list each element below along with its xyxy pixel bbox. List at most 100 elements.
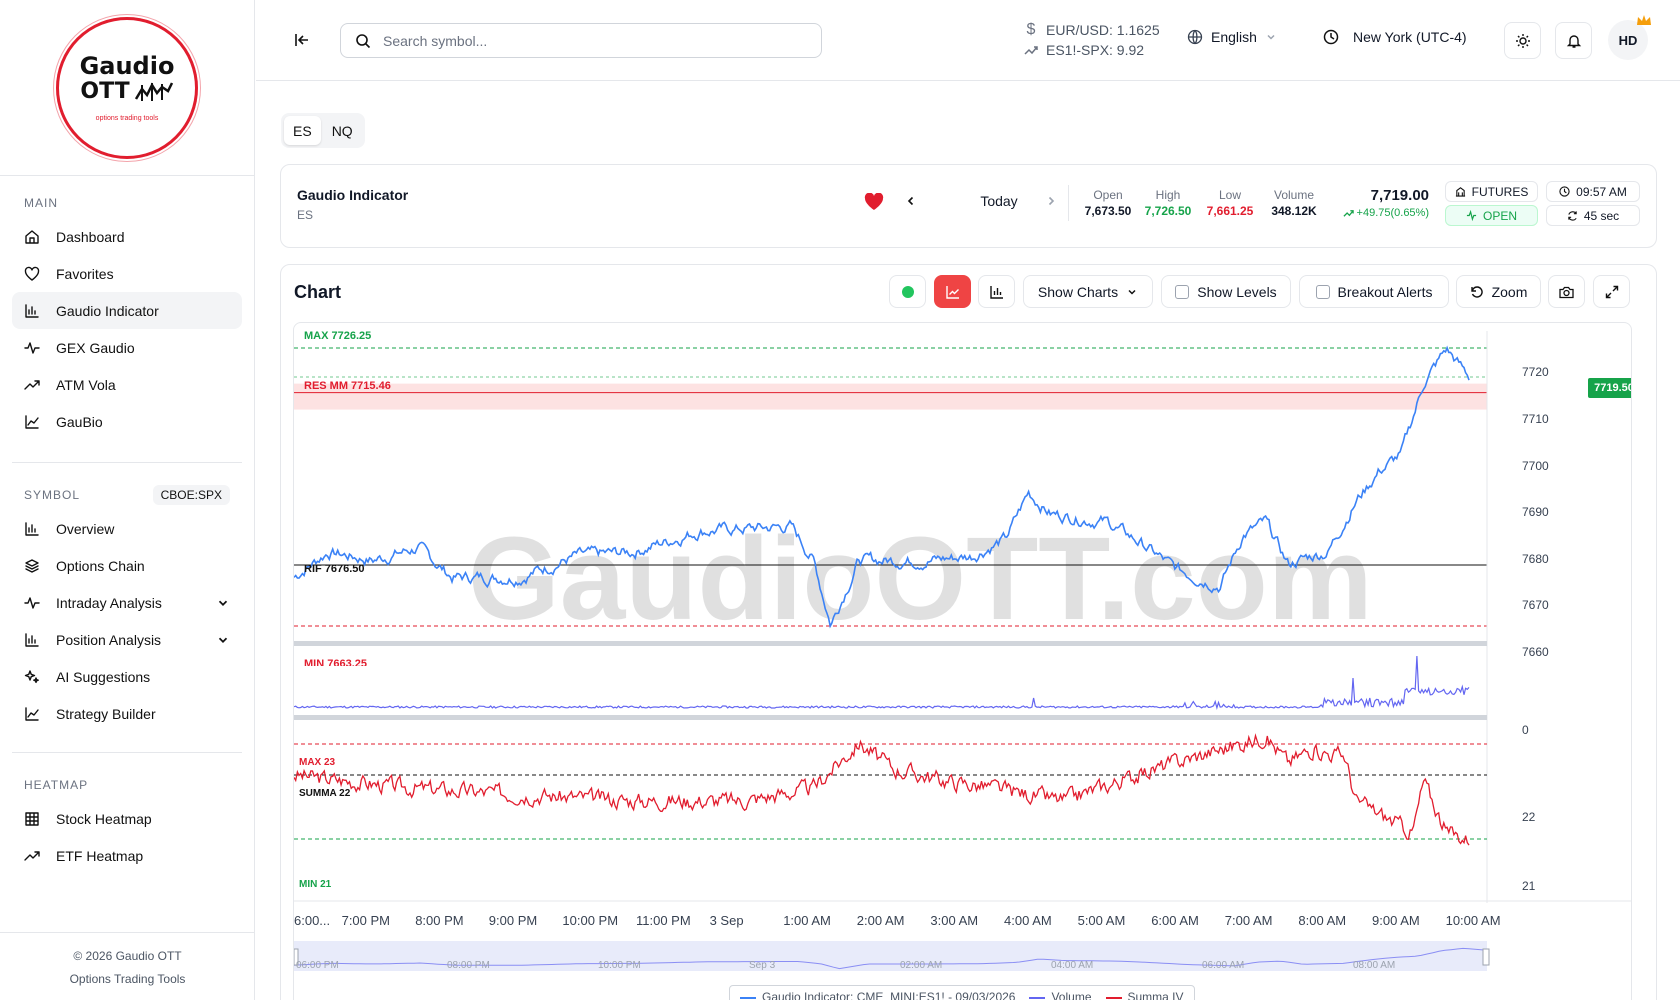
show-charts-dropdown[interactable]: Show Charts — [1023, 275, 1153, 308]
sidebar-item-gex-gaudio[interactable]: GEX Gaudio — [12, 329, 242, 366]
summary-card: Gaudio Indicator ES Today Open 7,673.50 H… — [280, 164, 1657, 248]
screenshot-button[interactable] — [1548, 275, 1585, 308]
sidebar-item-position-analysis[interactable]: Position Analysis — [12, 621, 242, 658]
market-type-badge: FUTURES — [1445, 181, 1538, 202]
navigator-tick: 08:00 PM — [447, 960, 490, 971]
tab-nq[interactable]: NQ — [323, 116, 362, 145]
search-input[interactable] — [383, 32, 803, 49]
heart-filled-icon — [864, 193, 884, 210]
notifications-button[interactable] — [1555, 22, 1592, 59]
brand-logo[interactable]: Gaudio OTT options trading tools — [56, 16, 198, 159]
prev-day-button[interactable] — [903, 193, 919, 209]
x-axis-tick: 11:00 PM — [636, 913, 691, 928]
show-levels-toggle[interactable]: Show Levels — [1161, 275, 1291, 308]
price-axis-tick: 7660 — [1522, 645, 1549, 659]
sidebar-item-favorites[interactable]: Favorites — [12, 255, 242, 292]
date-label[interactable]: Today — [951, 193, 1047, 209]
price-axis-tick: 7690 — [1522, 505, 1549, 519]
favorite-button[interactable] — [863, 191, 885, 213]
breakout-alerts-label: Breakout Alerts — [1337, 283, 1433, 300]
topbar: $EUR/USD: 1.1625 ES1!-SPX: 9.92 English … — [256, 0, 1680, 81]
fx-eurusd: EUR/USD: 1.1625 — [1046, 22, 1160, 38]
theme-toggle-button[interactable] — [1504, 22, 1541, 59]
price-axis-tick: 7720 — [1522, 365, 1549, 379]
sidebar-item-intraday-analysis[interactable]: Intraday Analysis — [12, 584, 242, 621]
chevron-down-icon[interactable] — [216, 596, 230, 610]
bar-chart-mode-button[interactable] — [978, 275, 1015, 308]
bar-chart-icon — [989, 285, 1003, 299]
collapse-sidebar-button[interactable] — [292, 30, 312, 50]
search-box[interactable] — [340, 23, 822, 58]
legend-label: Gaudio Indicator: CME_MINI:ES1! - 09/03/… — [762, 990, 1016, 1000]
stat-label: Volume — [1273, 188, 1315, 202]
logo-area: Gaudio OTT options trading tools — [0, 0, 254, 176]
brand-line2: OTT — [80, 78, 130, 104]
chart-card: Chart Show Charts Show Levels Breakout A… — [280, 264, 1657, 1000]
price-axis-tick: 7700 — [1522, 459, 1549, 473]
last-price: 7,719.00 — [1370, 187, 1429, 204]
footer-tagline: Options Trading Tools — [69, 972, 186, 986]
sidebar-item-label: ETF Heatmap — [56, 847, 144, 864]
clock-icon — [1559, 186, 1570, 197]
show-levels-checkbox[interactable] — [1175, 284, 1190, 299]
pane-separator — [294, 715, 1487, 720]
sidebar-item-gaubio[interactable]: GauBio — [12, 403, 242, 440]
line-chart-mode-button[interactable] — [934, 275, 971, 308]
show-charts-label: Show Charts — [1037, 283, 1119, 300]
avatar-initials: HD — [1618, 32, 1638, 48]
breakout-alerts-toggle[interactable]: Breakout Alerts — [1299, 275, 1449, 308]
timezone-selector[interactable]: New York (UTC-4) — [1323, 29, 1467, 45]
sidebar-item-atm-vola[interactable]: ATM Vola — [12, 366, 242, 403]
sidebar-item-etf-heatmap[interactable]: ETF Heatmap — [12, 837, 242, 874]
home-icon — [25, 229, 39, 244]
sidebar-item-stock-heatmap[interactable]: Stock Heatmap — [12, 800, 242, 837]
layers-icon — [25, 558, 39, 573]
sidebar-item-overview[interactable]: Overview — [12, 510, 242, 547]
live-status-button[interactable] — [889, 275, 926, 308]
sidebar-item-label: GauBio — [56, 413, 103, 430]
x-axis-tick: 7:00 AM — [1224, 913, 1273, 928]
sidebar-item-gaudio-indicator[interactable]: Gaudio Indicator — [12, 292, 242, 329]
sidebar-item-label: Stock Heatmap — [56, 810, 152, 827]
iv-min-label: MIN 21 — [299, 879, 332, 890]
x-axis-tick: 2:00 AM — [856, 913, 905, 928]
rotate-ccw-icon — [1470, 285, 1483, 298]
chevron-down-icon[interactable] — [216, 633, 230, 647]
zoom-reset-button[interactable]: Zoom — [1456, 275, 1541, 308]
refresh-interval-button[interactable]: 45 sec — [1546, 205, 1640, 226]
section-title-heatmap: HEATMAP — [0, 775, 254, 795]
sidebar-item-label: Favorites — [56, 265, 114, 282]
sidebar-item-strategy-builder[interactable]: Strategy Builder — [12, 695, 242, 732]
indicator-symbol: ES — [297, 208, 314, 222]
x-axis-tick: 8:00 PM — [415, 913, 464, 928]
pane-separator — [294, 641, 1487, 646]
fullscreen-button[interactable] — [1593, 275, 1630, 308]
legend-item-iv[interactable]: Summa IV — [1105, 990, 1184, 1000]
breakout-alerts-checkbox[interactable] — [1315, 284, 1330, 299]
chart-area[interactable]: GaudioOTT.com MAX 7726.25 RES MM 7715.46… — [293, 322, 1632, 1000]
symbol-badge[interactable]: CBOE:SPX — [152, 485, 230, 505]
last-price-tag: 7719.50 — [1588, 378, 1631, 398]
heart-icon — [24, 266, 40, 281]
x-axis-tick: 5:00 AM — [1077, 913, 1126, 928]
navigator-tick: 04:00 AM — [1051, 960, 1094, 971]
sidebar-item-dashboard[interactable]: Dashboard — [12, 218, 242, 255]
logo-chart-icon — [134, 81, 173, 101]
language-selector[interactable]: English — [1187, 29, 1277, 45]
sidebar-item-label: AI Suggestions — [56, 668, 151, 685]
legend-item-volume[interactable]: Volume — [1029, 990, 1092, 1000]
stat-high: High 7,726.50 — [1140, 187, 1196, 219]
iv-axis-tick: 21 — [1522, 879, 1536, 893]
user-avatar[interactable]: HD — [1608, 20, 1648, 60]
sidebar-item-ai-suggestions[interactable]: AI Suggestions — [12, 658, 242, 695]
legend-item-price[interactable]: Gaudio Indicator: CME_MINI:ES1! - 09/03/… — [740, 990, 1015, 1000]
change-text: +49.75(0.65%) — [1356, 207, 1429, 219]
next-day-button[interactable] — [1043, 193, 1059, 209]
clock-icon — [1323, 29, 1339, 45]
iv-max-label: MAX 23 — [299, 757, 336, 768]
navigator-tick: 06:00 PM — [296, 960, 339, 971]
language-label: English — [1211, 29, 1257, 45]
chevron-down-icon — [1267, 34, 1275, 40]
tab-es[interactable]: ES — [284, 116, 321, 145]
sidebar-item-options-chain[interactable]: Options Chain — [12, 547, 242, 584]
